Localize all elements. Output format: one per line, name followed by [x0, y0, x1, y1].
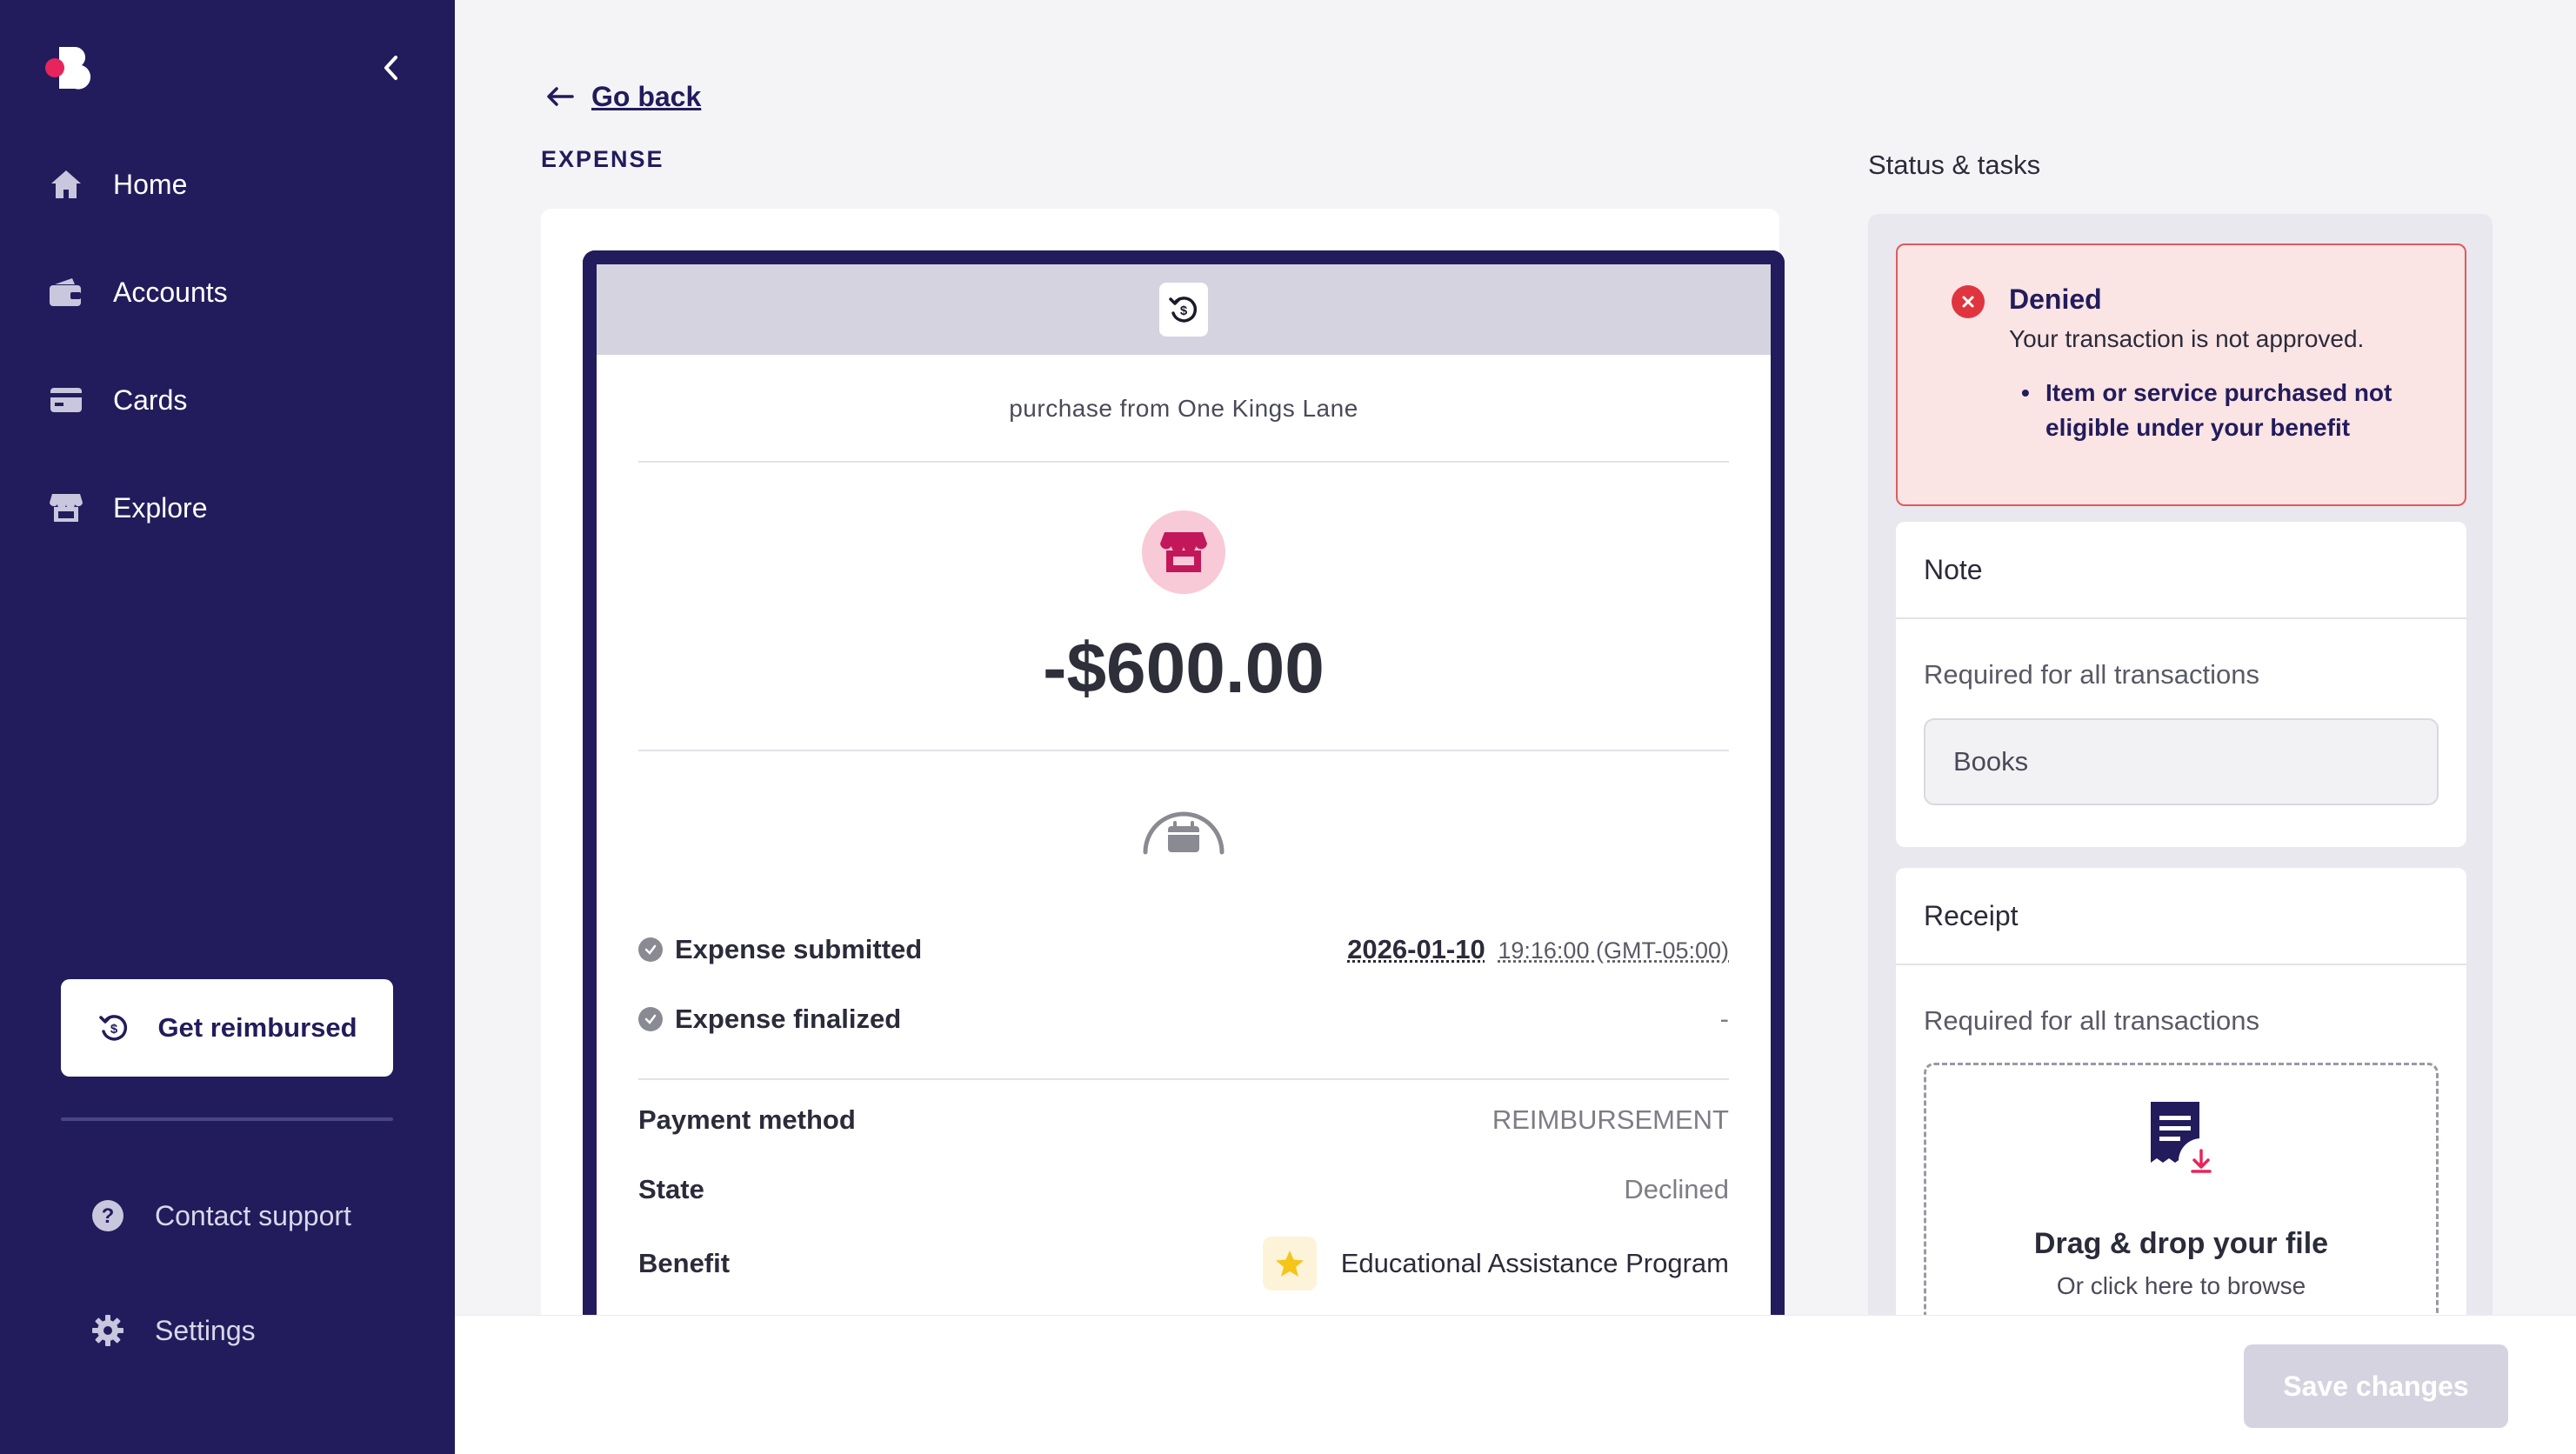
save-changes-button[interactable]: Save changes [2244, 1344, 2508, 1428]
svg-text:?: ? [102, 1204, 115, 1228]
merchant-description: purchase from One Kings Lane [1009, 395, 1358, 422]
note-card: Note Required for all transactions Books [1896, 522, 2466, 847]
receipt-required-text: Required for all transactions [1924, 1005, 2259, 1036]
get-reimbursed-label: Get reimbursed [157, 1012, 357, 1043]
nav-item-home[interactable]: Home [47, 158, 187, 210]
benefit-name: Educational Assistance Program [1340, 1248, 1729, 1278]
star-icon [1262, 1237, 1317, 1291]
brand-logo[interactable] [43, 45, 92, 90]
settings-label: Settings [155, 1314, 256, 1346]
store-icon [1160, 532, 1207, 572]
status-reason: • Item or service purchased not eligible… [2009, 376, 2426, 445]
svg-text:$: $ [1180, 303, 1188, 318]
submitted-date: 2026-01-10 [1347, 934, 1485, 964]
dropzone-subtitle: Or click here to browse [2056, 1272, 2306, 1299]
card-icon [47, 381, 85, 419]
note-input[interactable]: Books [1924, 718, 2439, 805]
check-circle-icon [638, 937, 663, 962]
timeline-row-finalized: Expense finalized - [638, 1002, 1729, 1037]
finalized-label: Expense finalized [675, 1004, 902, 1034]
reimbursement-type-badge: $ [1159, 283, 1208, 337]
benefit-label: Benefit [638, 1248, 731, 1278]
nav-item-label: Accounts [113, 276, 228, 308]
home-icon [47, 165, 85, 203]
arrow-left-icon [547, 87, 574, 106]
store-icon [47, 489, 85, 527]
reimburse-icon: $ [97, 1010, 131, 1045]
nav-item-cards[interactable]: Cards [47, 374, 187, 426]
note-required-text: Required for all transactions [1924, 659, 2259, 690]
check-circle-icon [638, 1007, 663, 1031]
detail-row-state: State Declined [638, 1171, 1729, 1209]
status-alert-denied: Denied Your transaction is not approved.… [1896, 243, 2466, 506]
chevron-left-icon [384, 56, 397, 80]
receipt-title: Receipt [1896, 868, 2466, 965]
error-x-icon [1952, 285, 1985, 318]
payment-method-value: REIMBURSEMENT [1492, 1104, 1729, 1135]
finalized-value: - [1719, 1004, 1729, 1034]
status-title: Denied [2009, 283, 2102, 315]
payment-method-label: Payment method [638, 1104, 856, 1135]
receipt-header: $ [597, 264, 1771, 355]
section-title: EXPENSE [541, 146, 664, 172]
wallet-icon [47, 273, 85, 311]
divider [638, 1078, 1729, 1080]
help-icon: ? [90, 1198, 125, 1233]
nav-item-label: Home [113, 168, 188, 200]
dropzone-title: Drag & drop your file [2033, 1227, 2329, 1260]
state-value: Declined [1624, 1174, 1729, 1204]
benefit-value: Educational Assistance Program [1262, 1237, 1729, 1291]
detail-row-benefit: Benefit Educational Assistance Program [638, 1233, 1729, 1294]
expense-amount: -$600.00 [1043, 629, 1325, 708]
state-label: State [638, 1174, 704, 1204]
get-reimbursed-button[interactable]: $ Get reimbursed [61, 979, 393, 1077]
nav-item-label: Cards [113, 384, 188, 416]
receipt-dropzone[interactable]: Drag & drop your file Or click here to b… [1924, 1063, 2439, 1358]
timeline-row-submitted: Expense submitted 2026-01-10 19:16:00 (G… [638, 932, 1729, 967]
status-subtitle: Your transaction is not approved. [2009, 325, 2365, 352]
submitted-label: Expense submitted [675, 934, 923, 964]
sidebar-divider [61, 1117, 393, 1121]
gear-icon [90, 1313, 125, 1348]
divider [638, 750, 1729, 751]
go-back-link[interactable]: Go back [546, 78, 701, 115]
reimburse-icon: $ [1169, 297, 1198, 323]
contact-support-link[interactable]: ? Contact support [90, 1191, 351, 1240]
submitted-timestamp: 2026-01-10 19:16:00 (GMT-05:00) [1347, 934, 1729, 965]
collapse-sidebar-button[interactable] [376, 52, 407, 83]
detail-row-payment-method: Payment method REIMBURSEMENT [638, 1101, 1729, 1139]
nav-item-explore[interactable]: Explore [47, 482, 208, 534]
submitted-time: 19:16:00 (GMT-05:00) [1498, 937, 1729, 964]
settings-link[interactable]: Settings [90, 1306, 256, 1355]
bullet-icon: • [2021, 379, 2030, 406]
calendar-gauge-icon [1140, 804, 1227, 856]
status-reason-text: Item or service purchased not eligible u… [2045, 379, 2392, 441]
merchant-avatar [1142, 510, 1225, 594]
receipt-upload-icon [2144, 1098, 2231, 1185]
go-back-label: Go back [591, 80, 702, 112]
note-title: Note [1896, 522, 2466, 619]
divider [638, 461, 1729, 463]
status-tasks-title: Status & tasks [1868, 150, 2041, 180]
svg-text:$: $ [110, 1022, 118, 1037]
nav-item-label: Explore [113, 491, 208, 524]
expense-receipt: $ purchase from One Kings Lane -$600.00 … [583, 250, 1785, 1454]
contact-support-label: Contact support [155, 1199, 351, 1231]
nav-item-accounts[interactable]: Accounts [47, 266, 228, 318]
sidebar: Home Accounts Cards Explore $ Get reimbu… [0, 0, 455, 1454]
